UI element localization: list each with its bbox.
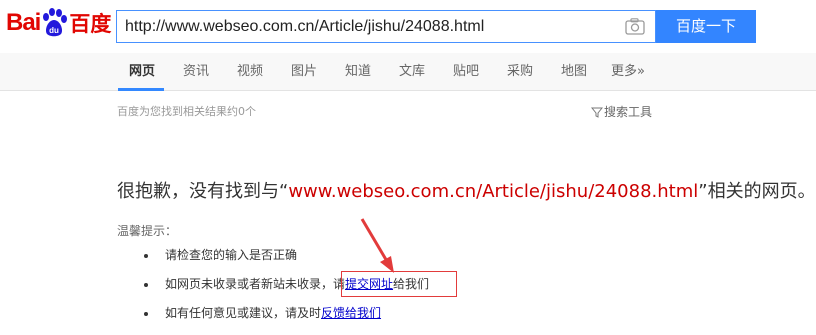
list-item: 如有任何意见或建议，请及时反馈给我们 (140, 302, 429, 331)
no-result-prefix: 很抱歉，没有找到与“ (117, 181, 289, 202)
tab-web[interactable]: 网页 (129, 53, 155, 91)
search-tools-label: 搜索工具 (604, 105, 653, 119)
tab-tieba[interactable]: 贴吧 (453, 53, 479, 91)
tab-news[interactable]: 资讯 (183, 53, 209, 91)
result-count: 百度为您找到相关结果约0个 (117, 105, 256, 118)
logo-text-du: du (49, 26, 59, 35)
tip-check-input: 请检查您的输入是否正确 (165, 248, 298, 262)
tab-wenku[interactable]: 文库 (399, 53, 425, 91)
search-input[interactable] (125, 11, 615, 42)
tip-feedback-pre: 如有任何意见或建议，请及时 (165, 306, 322, 320)
tab-caigou[interactable]: 采购 (507, 53, 533, 91)
tab-map[interactable]: 地图 (561, 53, 587, 91)
funnel-icon (590, 106, 604, 118)
camera-icon[interactable] (625, 18, 645, 35)
no-result-suffix: ”相关的网页。 (698, 181, 816, 202)
bullet (144, 283, 148, 287)
search-box (116, 10, 656, 43)
bullet (144, 254, 148, 258)
paw-icon: du (41, 8, 68, 38)
active-tab-indicator (118, 88, 164, 91)
tab-more[interactable]: 更多» (611, 53, 645, 91)
annotation-arrow (360, 218, 394, 273)
header: Bai du 百度 百度一下 (0, 0, 816, 54)
tabs-bar: 网页 资讯 视频 图片 知道 文库 贴吧 采购 地图 更多» (0, 53, 816, 91)
no-result-message: 很抱歉，没有找到与“www.webseo.com.cn/Article/jish… (117, 177, 816, 203)
search-button[interactable]: 百度一下 (656, 10, 756, 43)
search-tools[interactable]: 搜索工具 (590, 103, 653, 120)
tip-submit-pre: 如网页未收录或者新站未收录，请 (165, 277, 346, 291)
query-url: www.webseo.com.cn/Article/jishu/24088.ht… (288, 181, 699, 202)
logo-text-bai: Bai (6, 9, 41, 36)
tab-video[interactable]: 视频 (237, 53, 263, 91)
baidu-logo[interactable]: Bai du 百度 (6, 8, 111, 38)
tips-title: 温馨提示： (117, 224, 178, 238)
tab-zhidao[interactable]: 知道 (345, 53, 371, 91)
bullet (144, 312, 148, 316)
tab-images[interactable]: 图片 (291, 53, 317, 91)
logo-text-cn: 百度 (69, 12, 112, 36)
feedback-link[interactable]: 反馈给我们 (321, 306, 381, 320)
